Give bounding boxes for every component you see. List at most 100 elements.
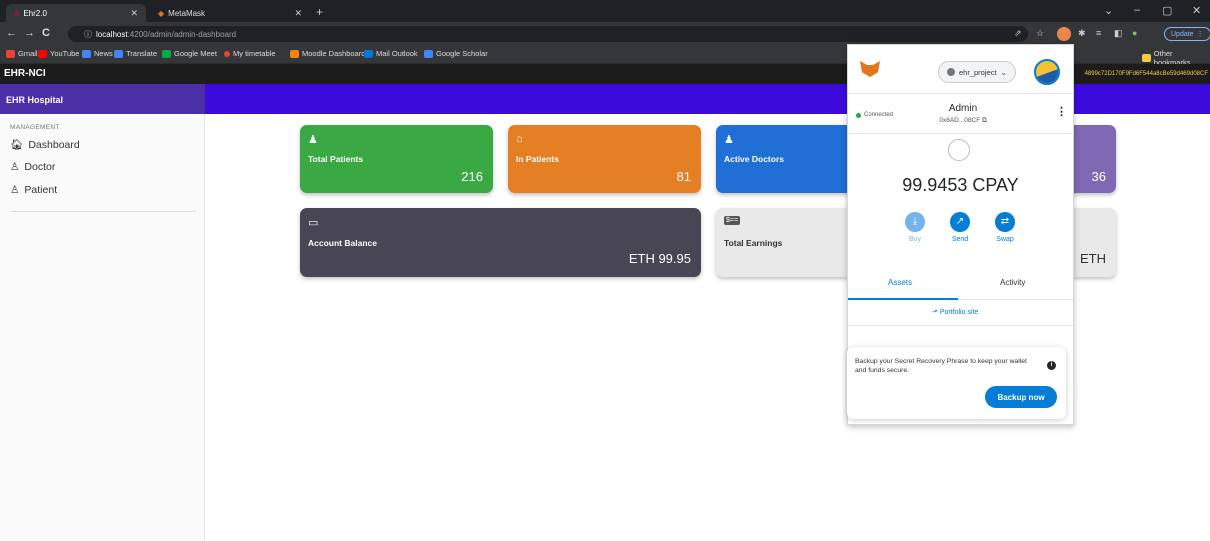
portfolio-link[interactable]: ⬏ Portfolio site — [932, 308, 978, 316]
connected-status[interactable]: Connected — [856, 112, 893, 118]
doctor-icon: ♙ — [10, 161, 20, 173]
url-host: localhost — [96, 29, 128, 39]
scholar-icon — [424, 49, 433, 58]
home-icon: 🏠︎ — [10, 139, 24, 151]
side-panel-icon[interactable]: ◧ — [1114, 28, 1123, 39]
network-selector[interactable]: ehr_project ⌄ — [938, 61, 1016, 83]
card-active-doctors[interactable]: ♟ Active Doctors — [716, 125, 856, 193]
close-icon[interactable]: ✕ — [294, 8, 302, 19]
extensions-icon[interactable]: ✱ — [1078, 28, 1086, 39]
app-title: EHR-NCI — [4, 68, 46, 79]
folder-icon — [1142, 54, 1151, 62]
bed-icon: ⌂ — [516, 133, 523, 145]
divider — [848, 133, 1073, 134]
buy-button[interactable]: ⤓ Buy — [895, 212, 935, 243]
card-label: Total Earnings — [724, 238, 783, 248]
outlook-icon — [364, 49, 373, 58]
account-avatar[interactable] — [1034, 59, 1060, 85]
tab-assets[interactable]: Assets — [888, 278, 912, 287]
maximize-button[interactable]: ▢ — [1162, 4, 1172, 17]
bookmark-google-meet[interactable]: Google Meet — [162, 49, 217, 58]
account-options-icon[interactable]: ⋮ — [1056, 105, 1067, 118]
sidebar: MANAGEMENT 🏠︎ Dashboard ♙ Doctor ♙ Patient — [0, 114, 205, 541]
timetable-icon — [224, 50, 230, 57]
metamask-extension-icon[interactable] — [1057, 27, 1071, 41]
reading-list-icon[interactable]: ≡ — [1096, 28, 1101, 38]
metamask-popup: ehr_project ⌄ Connected Admin 0x8AD...08… — [847, 44, 1074, 425]
bookmark-youtube[interactable]: YouTube — [38, 49, 79, 58]
reload-icon[interactable]: C — [42, 27, 50, 39]
wallet-icon: ▭ — [308, 217, 319, 229]
tab-metamask[interactable]: ◆ MetaMask ✕ — [150, 4, 310, 22]
moodle-icon — [290, 49, 299, 58]
bookmark-scholar[interactable]: Google Scholar — [424, 49, 488, 58]
bookmark-outlook[interactable]: Mail Outlook — [364, 49, 418, 58]
url-path: :4200/admin/admin-dashboard — [127, 29, 237, 39]
sidebar-item-dashboard[interactable]: 🏠︎ Dashboard — [10, 138, 80, 152]
profile-icon[interactable]: ● — [1132, 28, 1137, 38]
sidebar-caption: MANAGEMENT — [10, 124, 60, 131]
card-account-balance[interactable]: ▭ Account Balance ETH 99.95 — [300, 208, 701, 277]
user-icon: ♟ — [308, 134, 318, 146]
more-icon: ⋮ — [1196, 31, 1204, 38]
network-dot-icon — [947, 68, 955, 76]
brand-bar: EHR Hospital — [0, 84, 205, 114]
divider — [848, 93, 1073, 94]
patient-icon: ♙ — [10, 184, 20, 196]
active-tab-indicator — [848, 298, 958, 300]
account-address[interactable]: 0x8AD...08CF ⧉ — [928, 117, 998, 125]
tab-activity[interactable]: Activity — [1000, 278, 1025, 287]
info-icon[interactable]: ⓘ — [84, 29, 92, 40]
sidebar-item-doctor[interactable]: ♙ Doctor — [10, 161, 55, 173]
tab-ehr[interactable]: A Ehr2.0 ✕ — [6, 4, 146, 22]
card-label: Active Doctors — [724, 154, 784, 164]
bookmark-news[interactable]: News — [82, 49, 113, 58]
card-total-patients[interactable]: ♟ Total Patients 216 — [300, 125, 493, 193]
bookmark-gmail[interactable]: Gmail — [6, 49, 38, 58]
back-icon[interactable]: ← — [6, 27, 17, 39]
new-tab-button[interactable]: + — [316, 5, 323, 19]
bookmark-timetable[interactable]: My timetable — [224, 49, 276, 58]
account-name[interactable]: Admin — [928, 103, 998, 114]
close-icon[interactable]: ✕ — [130, 8, 138, 19]
url-field[interactable]: ⓘ localhost:4200/admin/admin-dashboard — [68, 26, 1028, 42]
star-icon[interactable]: ☆ — [1036, 28, 1044, 39]
brand-title: EHR Hospital — [6, 95, 64, 105]
metamask-fox-icon — [860, 61, 880, 77]
bookmark-translate[interactable]: Translate — [114, 49, 157, 58]
metamask-fox-icon: ◆ — [158, 8, 165, 18]
sidebar-divider — [10, 211, 196, 212]
translate-icon — [114, 49, 123, 58]
card-value: 36 — [1091, 169, 1106, 184]
info-icon[interactable]: i — [1047, 361, 1056, 370]
angular-icon: A — [14, 8, 20, 18]
forward-icon[interactable]: → — [24, 27, 35, 39]
send-button[interactable]: ↗ Send — [940, 212, 980, 243]
share-icon[interactable]: ⇗ — [1014, 28, 1022, 39]
swap-button[interactable]: ⇄ Swap — [985, 212, 1025, 243]
card-in-patients[interactable]: ⌂ In Patients 81 — [508, 125, 701, 193]
tab-search-icon[interactable]: ⌄ — [1104, 4, 1113, 17]
minimize-button[interactable]: – — [1134, 4, 1140, 16]
connected-dot-icon — [856, 112, 861, 118]
update-label: Update — [1171, 30, 1194, 38]
close-window-button[interactable]: ✕ — [1192, 4, 1201, 17]
backup-now-button[interactable]: Backup now — [985, 386, 1057, 408]
download-icon: ⤓ — [905, 212, 925, 232]
backup-reminder: Backup your Secret Recovery Phrase to ke… — [847, 347, 1066, 419]
update-button[interactable]: Update ⋮ — [1164, 27, 1210, 41]
browser-tab-bar: A Ehr2.0 ✕ ◆ MetaMask ✕ + ⌄ – ▢ ✕ — [0, 0, 1210, 22]
divider — [848, 325, 1073, 326]
backup-text: Backup your Secret Recovery Phrase to ke… — [855, 358, 1027, 374]
network-name: ehr_project — [959, 67, 997, 77]
bookmark-moodle[interactable]: Moodle Dashboard — [290, 49, 365, 58]
card-label: In Patients — [516, 154, 559, 164]
doctor-icon: ♟ — [724, 134, 734, 146]
chart-icon: ⬏ — [932, 309, 938, 316]
sidebar-item-patient[interactable]: ♙ Patient — [10, 184, 57, 196]
card-value: ETH 99.95 — [628, 251, 691, 266]
card-total-earnings[interactable]: $== Total Earnings — [716, 208, 856, 277]
youtube-icon — [38, 49, 47, 58]
copy-icon[interactable]: ⧉ — [982, 117, 987, 124]
gmail-icon — [6, 49, 15, 58]
